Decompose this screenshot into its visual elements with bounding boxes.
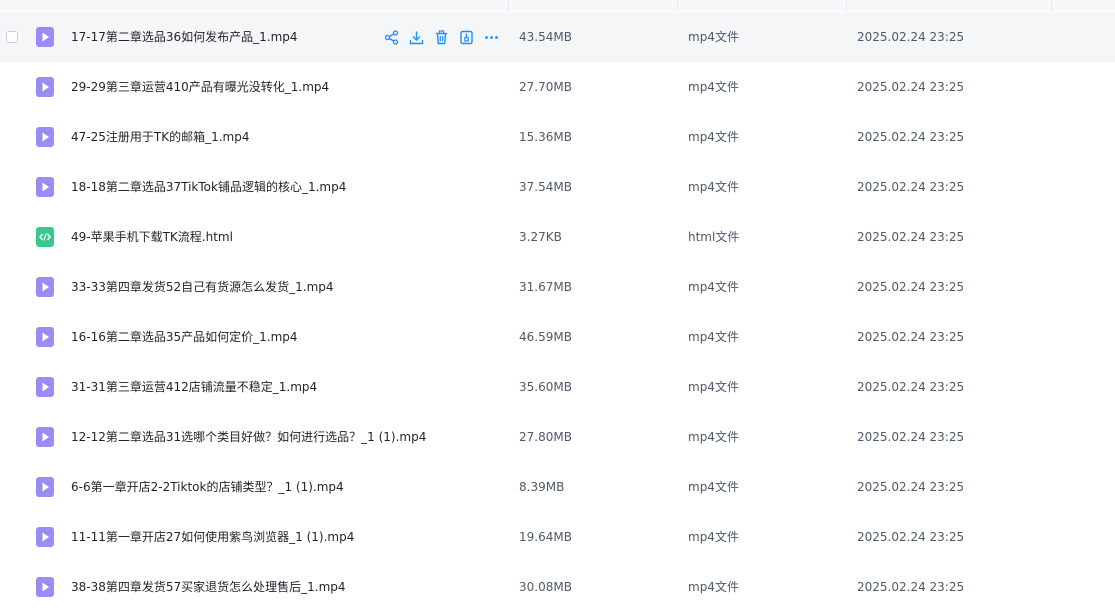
file-name[interactable]: 47-25注册用于TK的邮箱_1.mp4 xyxy=(71,129,249,145)
file-row[interactable]: 38-38第四章发货57买家退货怎么处理售后_1.mp4 30.08MB mp4文件… xyxy=(0,562,1115,612)
file-size: 27.70MB xyxy=(519,80,572,94)
file-row[interactable]: 6-6第一章开店2-2Tiktok的店铺类型？_1 (1).mp4 8.39MB m… xyxy=(0,462,1115,512)
file-row[interactable]: 31-31第三章运营412店铺流量不稳定_1.mp4 35.60MB mp4文件 20… xyxy=(0,362,1115,412)
file-size: 46.59MB xyxy=(519,330,572,344)
file-type: mp4文件 xyxy=(688,30,739,44)
file-modified-date: 2025.02.24 23:25 xyxy=(857,380,965,394)
delete-icon xyxy=(434,29,449,45)
share-button[interactable] xyxy=(384,29,399,45)
file-name[interactable]: 12-12第二章选品31选哪个类目好做？如何进行选品？_1 (1).mp4 xyxy=(71,429,426,445)
file-modified-date: 2025.02.24 23:25 xyxy=(857,480,965,494)
column-divider[interactable] xyxy=(508,0,509,11)
file-name[interactable]: 6-6第一章开店2-2Tiktok的店铺类型？_1 (1).mp4 xyxy=(71,479,344,495)
file-row[interactable]: 12-12第二章选品31选哪个类目好做？如何进行选品？_1 (1).mp4 27.… xyxy=(0,412,1115,462)
file-row[interactable]: 16-16第二章选品35产品如何定价_1.mp4 46.59MB mp4文件 2025… xyxy=(0,312,1115,362)
video-file-icon[interactable] xyxy=(36,427,54,447)
file-type: html文件 xyxy=(688,230,740,244)
file-name[interactable]: 17-17第二章选品36如何发布产品_1.mp4 xyxy=(71,29,298,45)
file-modified-date: 2025.02.24 23:25 xyxy=(857,330,965,344)
file-modified-date: 2025.02.24 23:25 xyxy=(857,30,965,44)
table-header xyxy=(0,0,1115,11)
video-file-icon[interactable] xyxy=(36,127,54,147)
share-icon xyxy=(384,29,399,45)
file-name[interactable]: 29-29第三章运营410产品有曝光没转化_1.mp4 xyxy=(71,79,329,95)
file-size: 37.54MB xyxy=(519,180,572,194)
video-file-icon[interactable] xyxy=(36,27,54,47)
file-row[interactable]: 47-25注册用于TK的邮箱_1.mp4 15.36MB mp4文件 2025.02.… xyxy=(0,112,1115,162)
file-modified-date: 2025.02.24 23:25 xyxy=(857,230,965,244)
file-type: mp4文件 xyxy=(688,80,739,94)
file-type: mp4文件 xyxy=(688,530,739,544)
file-row[interactable]: 18-18第二章选品37TikTok铺品逻辑的核心_1.mp4 37.54MB mp… xyxy=(0,162,1115,212)
file-size: 43.54MB xyxy=(519,30,572,44)
column-divider[interactable] xyxy=(846,0,847,11)
column-divider[interactable] xyxy=(1051,0,1052,11)
html-file-icon[interactable] xyxy=(36,227,54,247)
file-size: 15.36MB xyxy=(519,130,572,144)
delete-button[interactable] xyxy=(434,29,449,45)
file-type: mp4文件 xyxy=(688,180,739,194)
file-size: 3.27KB xyxy=(519,230,562,244)
video-file-icon[interactable] xyxy=(36,277,54,297)
file-type: mp4文件 xyxy=(688,330,739,344)
file-row[interactable]: 11-11第一章开店27如何使用紫鸟浏览器_1 (1).mp4 19.64MB mp… xyxy=(0,512,1115,562)
file-row[interactable]: 49-苹果手机下载TK流程.html 3.27KB html文件 2025.02.24… xyxy=(0,212,1115,262)
file-modified-date: 2025.02.24 23:25 xyxy=(857,280,965,294)
file-size: 19.64MB xyxy=(519,530,572,544)
row-actions xyxy=(384,29,509,45)
download-button[interactable] xyxy=(409,30,424,45)
video-file-icon[interactable] xyxy=(36,377,54,397)
extract-button[interactable] xyxy=(459,30,474,45)
row-checkbox[interactable] xyxy=(6,31,18,43)
file-name[interactable]: 11-11第一章开店27如何使用紫鸟浏览器_1 (1).mp4 xyxy=(71,529,354,545)
file-size: 30.08MB xyxy=(519,580,572,594)
file-row[interactable]: 17-17第二章选品36如何发布产品_1.mp4 43.54MB mp4文件 2025… xyxy=(0,12,1115,62)
file-modified-date: 2025.02.24 23:25 xyxy=(857,130,965,144)
video-file-icon[interactable] xyxy=(36,527,54,547)
extract-icon xyxy=(459,30,474,45)
file-type: mp4文件 xyxy=(688,130,739,144)
file-type: mp4文件 xyxy=(688,580,739,594)
file-type: mp4文件 xyxy=(688,430,739,444)
file-name[interactable]: 33-33第四章发货52自己有货源怎么发货_1.mp4 xyxy=(71,279,334,295)
file-size: 35.60MB xyxy=(519,380,572,394)
file-modified-date: 2025.02.24 23:25 xyxy=(857,530,965,544)
file-name[interactable]: 49-苹果手机下载TK流程.html xyxy=(71,229,233,245)
download-icon xyxy=(409,30,424,45)
video-file-icon[interactable] xyxy=(36,177,54,197)
file-modified-date: 2025.02.24 23:25 xyxy=(857,580,965,594)
file-modified-date: 2025.02.24 23:25 xyxy=(857,80,965,94)
file-modified-date: 2025.02.24 23:25 xyxy=(857,180,965,194)
file-size: 31.67MB xyxy=(519,280,572,294)
video-file-icon[interactable] xyxy=(36,477,54,497)
more-icon xyxy=(484,30,499,45)
file-type: mp4文件 xyxy=(688,280,739,294)
file-size: 27.80MB xyxy=(519,430,572,444)
file-type: mp4文件 xyxy=(688,480,739,494)
file-row[interactable]: 33-33第四章发货52自己有货源怎么发货_1.mp4 31.67MB mp4文件 2… xyxy=(0,262,1115,312)
video-file-icon[interactable] xyxy=(36,77,54,97)
column-divider[interactable] xyxy=(677,0,678,11)
more-button[interactable] xyxy=(484,30,499,45)
video-file-icon[interactable] xyxy=(36,327,54,347)
file-name[interactable]: 38-38第四章发货57买家退货怎么处理售后_1.mp4 xyxy=(71,579,346,595)
file-name[interactable]: 18-18第二章选品37TikTok铺品逻辑的核心_1.mp4 xyxy=(71,179,346,195)
file-name[interactable]: 31-31第三章运营412店铺流量不稳定_1.mp4 xyxy=(71,379,317,395)
file-row[interactable]: 29-29第三章运营410产品有曝光没转化_1.mp4 27.70MB mp4文件 2… xyxy=(0,62,1115,112)
file-name[interactable]: 16-16第二章选品35产品如何定价_1.mp4 xyxy=(71,329,298,345)
file-modified-date: 2025.02.24 23:25 xyxy=(857,430,965,444)
video-file-icon[interactable] xyxy=(36,577,54,597)
file-list: 17-17第二章选品36如何发布产品_1.mp4 43.54MB mp4文件 2025… xyxy=(0,12,1115,612)
file-size: 8.39MB xyxy=(519,480,565,494)
file-type: mp4文件 xyxy=(688,380,739,394)
